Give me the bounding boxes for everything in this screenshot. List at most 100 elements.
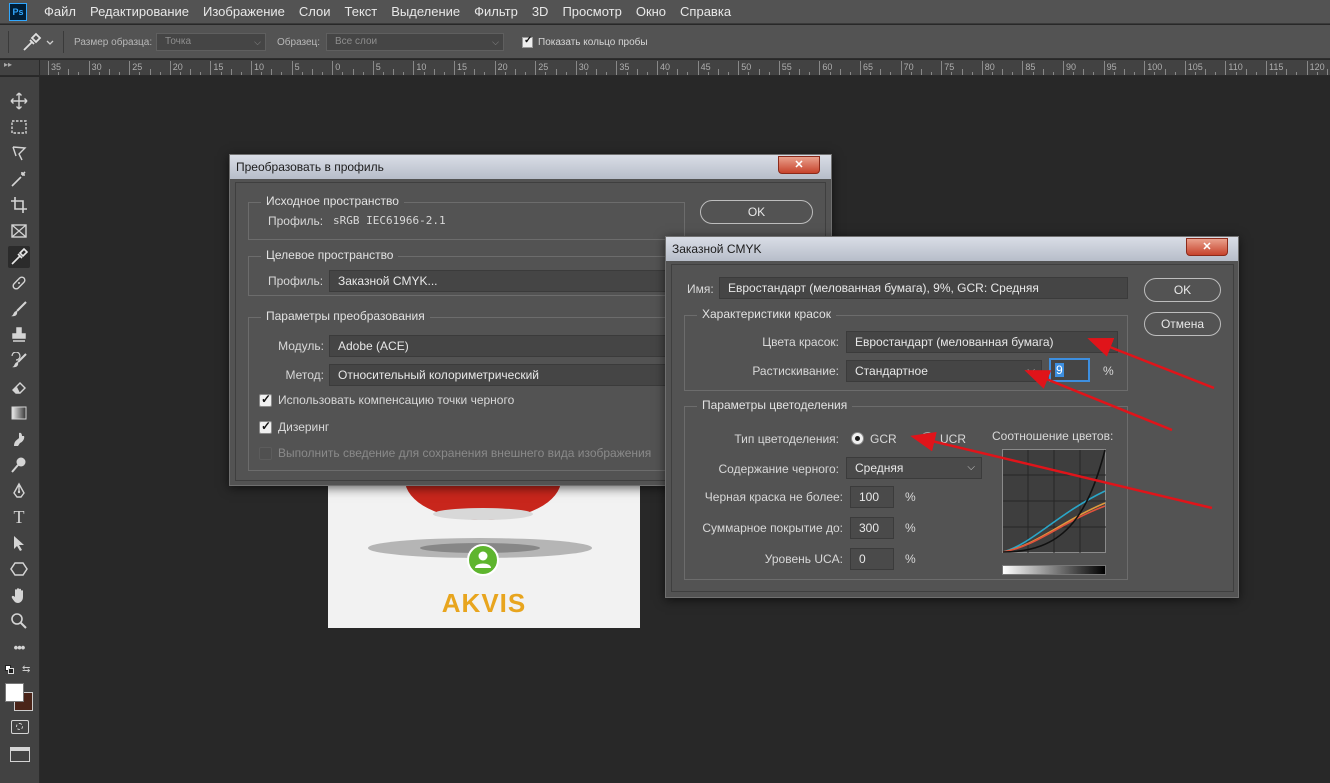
hexagon-icon	[10, 562, 28, 576]
eraser-tool[interactable]	[8, 376, 30, 398]
foreground-color-swatch[interactable]	[5, 683, 24, 702]
frame-tool[interactable]	[8, 220, 30, 242]
ruler-label: 20	[172, 62, 183, 72]
black-point-compensation-checkbox[interactable]	[259, 392, 272, 407]
ruler-minor-tick	[717, 69, 719, 75]
menu-item[interactable]: Выделение	[384, 0, 467, 24]
brush-tool[interactable]	[8, 298, 30, 320]
ruler-minor-tick	[829, 72, 831, 75]
document-canvas[interactable]: AKVIS	[328, 470, 640, 628]
menu-item[interactable]: Текст	[338, 0, 385, 24]
ok-button[interactable]: OK	[700, 200, 813, 224]
history-brush-tool[interactable]	[8, 350, 30, 372]
dodge-tool[interactable]	[8, 454, 30, 476]
sample-select[interactable]: Все слои ⌵	[326, 33, 504, 51]
close-button[interactable]: ✕	[778, 156, 820, 174]
menu-item[interactable]: Справка	[673, 0, 738, 24]
intent-select[interactable]: Относительный колориметрический	[329, 364, 685, 386]
marquee-tool[interactable]	[8, 116, 30, 138]
chevron-down-icon: ⌵	[254, 37, 261, 47]
sample-size-select[interactable]: Точка ⌵	[156, 33, 266, 51]
ruler-minor-tick	[1235, 72, 1237, 75]
quick-mask-icon[interactable]	[11, 720, 29, 734]
ruler-minor-tick	[1174, 72, 1176, 75]
type-tool[interactable]: T	[8, 506, 30, 528]
move-tool[interactable]	[8, 90, 30, 112]
ruler-minor-tick	[1083, 69, 1085, 75]
eyedropper-tool[interactable]	[8, 246, 30, 268]
ruler-label: 85	[1025, 62, 1036, 72]
ruler-minor-tick	[768, 72, 770, 75]
black-ink-limit-value: 100	[859, 490, 880, 504]
default-colors-icon[interactable]	[5, 665, 15, 675]
menu-item[interactable]: Фильтр	[467, 0, 525, 24]
menu-item[interactable]: Окно	[629, 0, 673, 24]
name-input[interactable]: Евростандарт (мелованная бумага), 9%, GC…	[719, 277, 1128, 299]
screen-mode-icon[interactable]	[10, 747, 30, 762]
menu-item[interactable]: Редактирование	[83, 0, 196, 24]
ruler-minor-tick	[179, 72, 181, 75]
engine-select[interactable]: Adobe (ACE)	[329, 335, 685, 357]
name-value: Евростандарт (мелованная бумага), 9%, GC…	[728, 281, 1039, 295]
gcr-radio[interactable]	[851, 432, 864, 445]
name-label: Имя:	[687, 282, 714, 296]
ink-colors-select[interactable]: Евростандарт (мелованная бумага) ⌵	[846, 331, 1118, 353]
swap-colors-icon[interactable]: ⇆	[22, 664, 30, 675]
ruler-minor-tick	[961, 69, 963, 75]
uca-amount-input[interactable]: 0	[850, 548, 894, 570]
menu-item[interactable]: Слои	[292, 0, 338, 24]
ruler-minor-tick	[1164, 69, 1166, 75]
magic-wand-tool[interactable]	[8, 168, 30, 190]
ruler-minor-tick	[464, 72, 466, 75]
zoom-tool[interactable]	[8, 610, 30, 632]
black-ink-limit-label: Черная краска не более:	[704, 490, 843, 504]
black-generation-select[interactable]: Средняя ⌵	[846, 457, 982, 479]
more-tools[interactable]: •••	[8, 636, 30, 658]
hand-tool[interactable]	[8, 584, 30, 606]
menu-item[interactable]: Файл	[37, 0, 83, 24]
crop-tool[interactable]	[8, 194, 30, 216]
dot-gain-select[interactable]: Стандартное ⌵	[846, 360, 1042, 382]
ruler-minor-tick	[585, 72, 587, 75]
smudge-tool[interactable]	[8, 428, 30, 450]
separation-type-label: Тип цветоделения:	[734, 432, 839, 446]
menu-item[interactable]: Изображение	[196, 0, 292, 24]
show-ring-checkbox[interactable]	[522, 35, 533, 48]
sample-size-value: Точка	[165, 36, 192, 47]
convert-dialog-titlebar[interactable]: Преобразовать в профиль ✕	[230, 155, 831, 179]
healing-tool[interactable]	[8, 272, 30, 294]
ruler-minor-tick	[230, 69, 232, 75]
black-generation-value: Средняя	[855, 461, 904, 475]
convert-dialog-title: Преобразовать в профиль	[236, 160, 384, 174]
cancel-button[interactable]: Отмена	[1144, 312, 1221, 336]
ruler-minor-tick	[1134, 72, 1136, 75]
gradient-tool[interactable]	[8, 402, 30, 424]
ruler-minor-tick	[1093, 72, 1095, 75]
path-select-tool[interactable]	[8, 532, 30, 554]
ruler-minor-tick	[1032, 72, 1034, 75]
ruler-label: 45	[700, 62, 711, 72]
menu-item[interactable]: Просмотр	[555, 0, 628, 24]
tool-preset-picker[interactable]	[20, 32, 56, 52]
lasso-tool[interactable]	[8, 142, 30, 164]
flatten-checkbox[interactable]	[259, 447, 272, 460]
ruler-minor-tick	[1296, 72, 1298, 75]
dot-gain-value: Стандартное	[855, 364, 928, 378]
ruler-minor-tick	[707, 72, 709, 75]
dither-checkbox[interactable]	[259, 419, 272, 434]
separation-options-group: Параметры цветоделения Тип цветоделения:…	[684, 398, 1128, 580]
target-profile-select[interactable]: Заказной CMYK...	[329, 270, 685, 292]
pen-tool[interactable]	[8, 480, 30, 502]
stamp-tool[interactable]	[8, 324, 30, 346]
close-button[interactable]: ✕	[1186, 238, 1228, 256]
total-ink-limit-input[interactable]: 300	[850, 517, 894, 539]
shape-tool[interactable]	[8, 558, 30, 580]
ball-reflection	[433, 508, 533, 520]
ok-button[interactable]: OK	[1144, 278, 1221, 302]
dot-gain-percent-input[interactable]: 9	[1049, 358, 1090, 382]
menu-item[interactable]: 3D	[525, 0, 556, 24]
black-ink-limit-input[interactable]: 100	[850, 486, 894, 508]
cmyk-dialog-titlebar[interactable]: Заказной CMYK ✕	[666, 237, 1238, 261]
ruler-minor-tick	[1052, 72, 1054, 75]
ucr-radio[interactable]	[921, 432, 934, 445]
